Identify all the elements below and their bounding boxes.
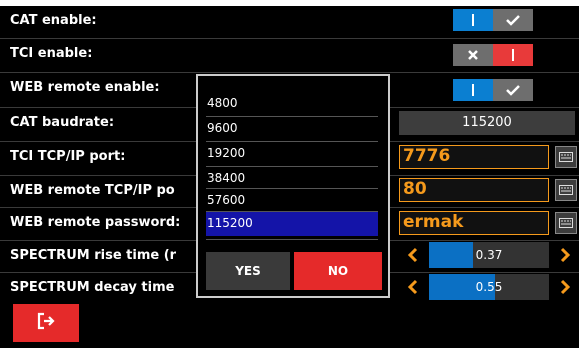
- chevron-left-icon[interactable]: [399, 274, 427, 300]
- tci-port-field[interactable]: 7776: [399, 145, 549, 169]
- chevron-right-icon[interactable]: [551, 242, 579, 268]
- exit-icon: [36, 311, 56, 335]
- cat-baudrate-label: CAT baudrate:: [10, 115, 115, 130]
- slider-track[interactable]: 0.55: [429, 274, 549, 300]
- spectrum-decay-value: 0.55: [475, 280, 503, 294]
- spectrum-decay-slider[interactable]: 0.55: [399, 274, 579, 300]
- web-password-value: ermak: [403, 212, 464, 232]
- chevron-left-icon[interactable]: [399, 242, 427, 268]
- baudrate-dropdown: 4800 9600 19200 38400 57600 115200 YES N…: [196, 74, 390, 298]
- row-tci-enable: TCI enable:: [0, 39, 579, 71]
- tci-enable-toggle[interactable]: [453, 44, 533, 66]
- spectrum-decay-label: SPECTRUM decay time: [10, 280, 175, 295]
- row-cat-enable: CAT enable:: [0, 6, 579, 38]
- screen: CAT enable: TCI enable: WEB remote enabl…: [0, 0, 579, 348]
- exit-button[interactable]: [13, 304, 79, 342]
- tci-enable-label: TCI enable:: [10, 46, 93, 61]
- cat-baudrate-select[interactable]: 115200: [399, 111, 575, 135]
- cat-enable-label: CAT enable:: [10, 13, 97, 28]
- cat-enable-toggle[interactable]: [453, 9, 533, 31]
- web-password-field[interactable]: ermak: [399, 211, 549, 235]
- chevron-right-icon[interactable]: [551, 274, 579, 300]
- no-button[interactable]: NO: [294, 252, 382, 290]
- tci-port-value: 7776: [403, 146, 451, 166]
- spectrum-rise-slider[interactable]: 0.37: [399, 242, 579, 268]
- keyboard-icon[interactable]: [555, 179, 577, 201]
- dropdown-option[interactable]: 9600: [206, 117, 378, 141]
- keyboard-icon[interactable]: [555, 146, 577, 168]
- web-password-label: WEB remote password:: [10, 215, 181, 230]
- dropdown-option[interactable]: 4800: [206, 92, 378, 116]
- web-remote-enable-label: WEB remote enable:: [10, 80, 160, 95]
- toggle-on-part: [453, 79, 493, 101]
- dropdown-option[interactable]: 57600: [206, 189, 378, 213]
- check-icon: [493, 9, 533, 31]
- toggle-on-part: [453, 9, 493, 31]
- check-icon: [493, 79, 533, 101]
- yes-button[interactable]: YES: [206, 252, 290, 290]
- spectrum-rise-value: 0.37: [475, 248, 503, 262]
- web-port-value: 80: [403, 179, 427, 199]
- web-remote-enable-toggle[interactable]: [453, 79, 533, 101]
- dropdown-option-selected[interactable]: 115200: [206, 212, 378, 236]
- keyboard-icon[interactable]: [555, 212, 577, 234]
- x-icon: [453, 44, 493, 66]
- toggle-off-part: [493, 44, 533, 66]
- slider-track[interactable]: 0.37: [429, 242, 549, 268]
- dropdown-option[interactable]: 19200: [206, 142, 378, 166]
- web-port-label: WEB remote TCP/IP po: [10, 183, 175, 198]
- web-port-field[interactable]: 80: [399, 178, 549, 202]
- spectrum-rise-label: SPECTRUM rise time (r: [10, 248, 177, 263]
- tci-port-label: TCI TCP/IP port:: [10, 149, 126, 164]
